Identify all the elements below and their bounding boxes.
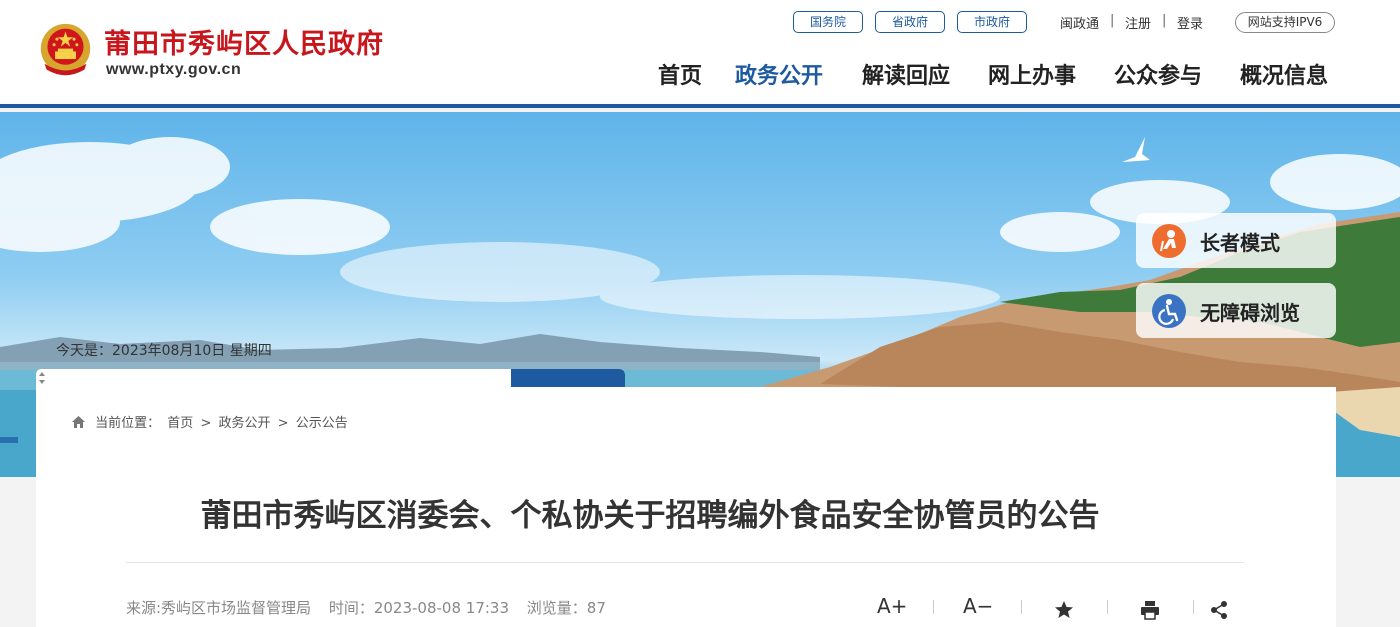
accessible-browsing-button[interactable]: 无障碍浏览 xyxy=(1136,283,1336,338)
elder-icon xyxy=(1152,224,1186,258)
breadcrumb: 当前位置： 首页 > 政务公开 > 公示公告 xyxy=(71,412,351,431)
article-card: 当前位置： 首页 > 政务公开 > 公示公告 莆田市秀屿区消委会、个私协关于招聘… xyxy=(36,387,1336,627)
divider xyxy=(933,600,934,614)
article-views: 浏览量：87 xyxy=(526,599,606,617)
article-title: 莆田市秀屿区消委会、个私协关于招聘编外食品安全协管员的公告 xyxy=(200,498,1100,534)
separator: | xyxy=(1162,13,1167,28)
breadcrumb-government-affairs[interactable]: 政务公开 xyxy=(219,416,271,431)
font-smaller-button[interactable]: A− xyxy=(963,594,993,618)
breadcrumb-prefix: 当前位置： xyxy=(95,416,161,431)
star-icon[interactable] xyxy=(1054,598,1074,622)
divider xyxy=(126,562,1244,563)
link-province-gov[interactable]: 省政府 xyxy=(875,11,945,33)
nav-public-participation[interactable]: 公众参与 xyxy=(1114,58,1202,90)
article-time: 时间：2023-08-08 17:33 xyxy=(328,599,510,617)
breadcrumb-separator: > xyxy=(277,416,289,431)
breadcrumb-home[interactable]: 首页 xyxy=(167,416,193,431)
font-larger-button[interactable]: A+ xyxy=(877,594,907,618)
divider xyxy=(1021,600,1022,614)
link-city-gov[interactable]: 市政府 xyxy=(957,11,1027,33)
breadcrumb-notices[interactable]: 公示公告 xyxy=(296,416,348,431)
nav-home[interactable]: 首页 xyxy=(658,58,702,90)
top-links: 国务院 省政府 市政府 闽政通 | 注册 | 登录 网站支持IPV6 xyxy=(0,11,1400,35)
print-icon[interactable] xyxy=(1140,598,1160,622)
nav-online-services[interactable]: 网上办事 xyxy=(988,58,1076,90)
wheelchair-icon xyxy=(1152,294,1186,328)
link-guowuyuan[interactable]: 国务院 xyxy=(793,11,863,33)
nav-interpretation[interactable]: 解读回应 xyxy=(862,58,950,90)
link-login[interactable]: 登录 xyxy=(1177,13,1203,32)
nav-overview[interactable]: 概况信息 xyxy=(1240,58,1328,90)
separator: | xyxy=(1110,13,1115,28)
nav-government-affairs[interactable]: 政务公开 xyxy=(735,58,823,90)
article-meta: 来源:秀屿区市场监督管理局 时间：2023-08-08 17:33 浏览量：87 xyxy=(126,597,619,618)
breadcrumb-separator: > xyxy=(200,416,212,431)
accessible-browsing-label: 无障碍浏览 xyxy=(1200,301,1300,325)
home-icon xyxy=(72,416,85,428)
link-register[interactable]: 注册 xyxy=(1125,13,1151,32)
elder-mode-label: 长者模式 xyxy=(1200,231,1280,255)
article-source: 来源:秀屿区市场监督管理局 xyxy=(126,599,312,617)
link-minzhengtong[interactable]: 闽政通 xyxy=(1060,13,1099,32)
sort-arrows-icon[interactable] xyxy=(36,369,48,387)
elder-mode-button[interactable]: 长者模式 xyxy=(1136,213,1336,268)
current-date: 今天是：2023年08月10日 星期四 xyxy=(56,343,272,359)
site-header: 莆田市秀屿区人民政府 www.ptxy.gov.cn 国务院 省政府 市政府 闽… xyxy=(0,0,1400,108)
ipv6-badge: 网站支持IPV6 xyxy=(1235,12,1335,33)
divider xyxy=(1193,600,1194,614)
share-icon[interactable] xyxy=(1209,598,1229,622)
main-nav: 首页 政务公开 解读回应 网上办事 公众参与 概况信息 xyxy=(0,58,1400,92)
divider xyxy=(1107,600,1108,614)
